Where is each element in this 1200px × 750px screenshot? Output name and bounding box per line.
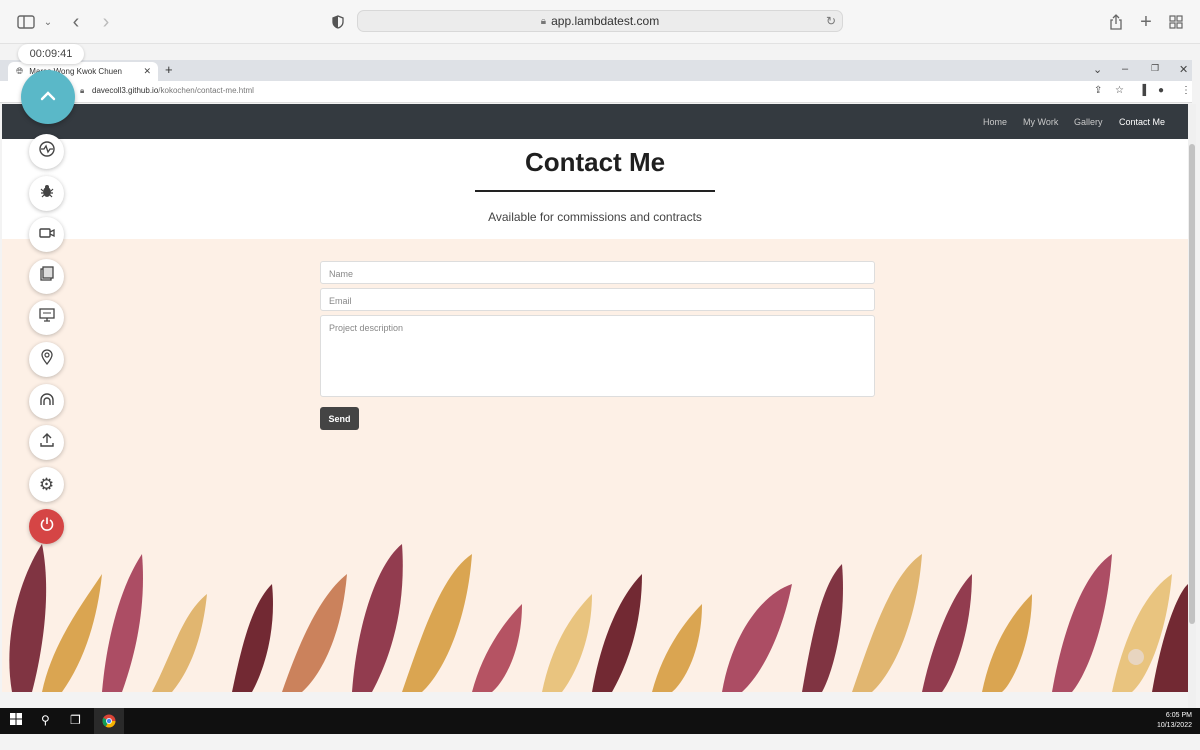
new-tab-plus-icon[interactable]: + [1134, 10, 1158, 34]
tab-overview-icon[interactable] [1164, 10, 1188, 34]
web-page: Home My Work Gallery Contact Me Contact … [2, 104, 1188, 692]
chrome-tab-strip: 🌐︎ Marco Wong Kwok Chuen ✕ + ⌄ – ❐ ✕ [0, 60, 1192, 81]
bug-icon [39, 183, 55, 204]
windows-start-icon[interactable] [10, 713, 22, 728]
send-button[interactable]: Send [320, 407, 359, 430]
network-throttle-button[interactable] [29, 134, 64, 169]
clock-time: 6:05 PM [1165, 712, 1192, 719]
profile-avatar-icon[interactable]: ● [1158, 85, 1164, 96]
lock-icon: 🔒︎ [540, 15, 547, 27]
upload-icon [39, 432, 55, 453]
power-icon [39, 516, 55, 537]
url-path: /kokochen/contact-me.html [158, 86, 254, 95]
tunnel-icon [39, 392, 55, 411]
page-title: Contact Me [524, 147, 666, 177]
safari-toolbar: ⌄ ‹ › 🔒︎ app.lambdatest.com ↻ + [0, 0, 1200, 44]
globe-icon: 🌐︎ [16, 66, 24, 76]
url-host: davecoll3.github.io [92, 86, 159, 95]
geolocation-button[interactable] [29, 342, 64, 377]
search-icon[interactable]: ⚲ [41, 713, 50, 727]
tunnel-button[interactable] [29, 384, 64, 419]
chevron-up-icon [40, 88, 56, 106]
location-pin-icon [40, 349, 54, 370]
address-lock-icon: 🔒︎ [80, 86, 85, 95]
collapse-toolbar-button[interactable] [21, 70, 75, 124]
safari-url-text: app.lambdatest.com [551, 14, 660, 28]
nav-contact-me[interactable]: Contact Me [1119, 117, 1165, 127]
project-description-textarea[interactable]: Project description [320, 315, 875, 397]
video-camera-icon [38, 226, 55, 244]
sidebar-toggle-icon[interactable] [14, 10, 38, 34]
session-timer: 00:09:41 [18, 44, 84, 64]
settings-button[interactable]: ⚙ [29, 467, 64, 502]
forward-arrow-icon[interactable]: › [94, 10, 118, 34]
bookmark-star-icon[interactable]: ☆ [1115, 85, 1124, 96]
tab-search-chevron-icon[interactable]: ⌄ [1093, 63, 1102, 76]
chevron-down-icon[interactable]: ⌄ [36, 10, 60, 34]
privacy-shield-icon[interactable] [326, 10, 350, 34]
title-divider [475, 190, 715, 192]
back-arrow-icon[interactable]: ‹ [64, 10, 88, 34]
nav-my-work[interactable]: My Work [1023, 117, 1058, 127]
reload-icon[interactable]: ↻ [826, 14, 836, 28]
settings-gear-icon: ⚙ [38, 474, 55, 494]
kebab-menu-icon[interactable]: ⋮ [1181, 85, 1191, 96]
chrome-address-bar: 🔒︎ davecoll3.github.io/kokochen/contact-… [0, 81, 1192, 103]
network-throttle-icon [38, 140, 56, 163]
chrome-url-field[interactable]: davecoll3.github.io/kokochen/contact-me.… [92, 86, 254, 95]
page-header: Contact Me Available for commissions and… [2, 139, 1188, 239]
restore-icon[interactable]: ❐ [1151, 63, 1159, 74]
windows-taskbar: ⚲ ❐ 6:05 PM 10/13/2022 [0, 708, 1200, 734]
record-video-button[interactable] [29, 217, 64, 252]
screenshot-gallery-button[interactable] [29, 259, 64, 294]
share-icon[interactable] [1104, 10, 1128, 34]
minimize-icon[interactable]: – [1122, 63, 1128, 75]
screenshot-gallery-icon [39, 266, 55, 287]
clock-date: 10/13/2022 [1156, 722, 1192, 729]
nav-home[interactable]: Home [983, 117, 1007, 127]
close-tab-icon[interactable]: ✕ [143, 66, 151, 77]
page-subtitle: Available for commissions and contracts [488, 210, 702, 224]
site-navbar: Home My Work Gallery Contact Me [2, 104, 1188, 139]
resolution-button[interactable] [29, 300, 64, 335]
email-input[interactable]: Email [320, 288, 875, 311]
nav-gallery[interactable]: Gallery [1074, 117, 1103, 127]
name-input[interactable]: Name [320, 261, 875, 284]
resolution-monitor-icon [38, 307, 55, 328]
chrome-app-icon[interactable] [94, 708, 124, 734]
page-scrollbar[interactable] [1188, 104, 1196, 708]
close-window-icon[interactable]: ✕ [1179, 63, 1188, 76]
task-view-icon[interactable]: ❐ [70, 713, 81, 727]
new-tab-icon[interactable]: + [165, 62, 173, 77]
bug-report-button[interactable] [29, 176, 64, 211]
system-clock[interactable]: 6:05 PM 10/13/2022 [1157, 711, 1192, 731]
upload-file-button[interactable] [29, 425, 64, 460]
end-session-button[interactable] [29, 509, 64, 544]
side-panel-icon[interactable]: ▐ [1139, 85, 1146, 96]
bottom-margin [0, 734, 1200, 750]
safari-url-field[interactable]: 🔒︎ app.lambdatest.com ↻ [357, 10, 843, 32]
scrollbar-thumb[interactable] [1189, 144, 1195, 624]
decorative-foliage-illustration [9, 544, 1188, 692]
share-page-icon[interactable]: ⇪ [1094, 85, 1102, 96]
